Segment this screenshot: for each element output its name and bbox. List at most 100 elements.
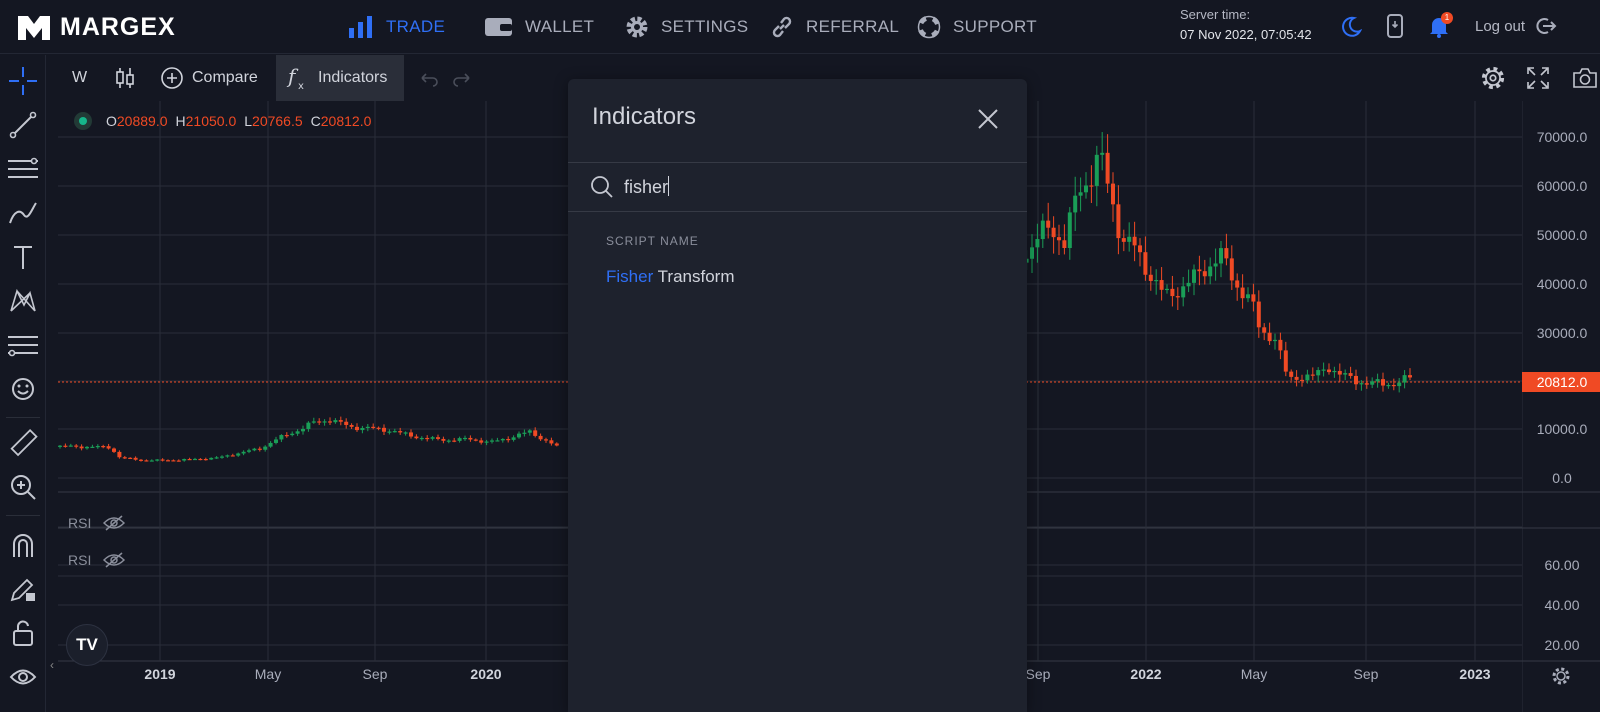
indicator-search[interactable]: fisher <box>568 162 1027 212</box>
lock-drawings-tool[interactable] <box>7 573 39 605</box>
candle-body <box>1240 287 1245 299</box>
rsi-pane-label[interactable]: RSI <box>68 512 126 534</box>
magnet-tool[interactable] <box>7 529 39 561</box>
candle-body <box>90 446 95 448</box>
fullscreen-button[interactable] <box>1516 55 1560 101</box>
candle-body <box>511 437 516 440</box>
indicators-button[interactable]: fx Indicators <box>276 55 404 101</box>
candle-body <box>1057 237 1061 241</box>
high-value: 21050.0 <box>185 113 237 129</box>
price-axis[interactable]: 70000.0 60000.0 50000.0 40000.0 30000.0 10000… <box>1522 101 1600 712</box>
results-heading: SCRIPT NAME <box>606 234 699 248</box>
gear-icon <box>1481 66 1505 90</box>
candle-body <box>1192 269 1196 283</box>
chart-type-button[interactable] <box>104 55 146 101</box>
candle-body <box>1084 185 1088 193</box>
compare-button[interactable]: Compare <box>150 55 268 101</box>
horizontal-lines-tool[interactable] <box>7 153 39 185</box>
redo-button[interactable] <box>441 55 483 101</box>
candle-body <box>241 451 246 454</box>
interval-button[interactable]: W <box>62 55 97 101</box>
candle-body <box>344 421 349 425</box>
candle-body <box>160 459 165 461</box>
candle-body <box>479 440 484 443</box>
horizontal-lines-icon <box>8 157 38 178</box>
rsi-pane-label[interactable]: RSI <box>68 549 126 571</box>
candle-body <box>144 460 149 462</box>
candle-body <box>425 437 430 440</box>
axis-settings-icon[interactable] <box>1552 667 1570 685</box>
nav-settings[interactable]: SETTINGS <box>625 11 748 43</box>
fib-tool[interactable] <box>7 329 39 361</box>
candle-body <box>155 459 160 461</box>
candle-body <box>1062 240 1067 248</box>
candle-body <box>58 445 62 447</box>
candle-body <box>1370 381 1375 385</box>
unlock-tool[interactable] <box>7 617 39 649</box>
result-fisher-transform[interactable]: Fisher Transform <box>606 267 734 287</box>
margex-logo[interactable]: MARGEX <box>16 8 176 46</box>
crosshair-tool[interactable] <box>7 65 39 97</box>
rsi-label: RSI <box>68 552 92 568</box>
brush-tool[interactable] <box>7 197 39 229</box>
text-tool[interactable] <box>7 241 39 273</box>
nav-wallet[interactable]: WALLET <box>485 11 594 43</box>
server-time-value: 07 Nov 2022, 07:05:42 <box>1180 27 1312 42</box>
candle-body <box>1359 383 1364 385</box>
tradingview-logo[interactable]: TV <box>66 624 108 666</box>
candle-body <box>247 450 251 452</box>
collapse-toolbar-button[interactable]: ‹ <box>46 650 58 680</box>
open-value: 20889.0 <box>116 113 168 129</box>
candle-body <box>338 420 343 422</box>
text-caret <box>668 176 670 196</box>
price-axis-label: 30000.0 <box>1537 325 1588 341</box>
candle-body <box>1327 369 1331 373</box>
theme-toggle[interactable] <box>1337 12 1365 40</box>
candle-body <box>1256 301 1261 328</box>
candle-body <box>1337 370 1342 375</box>
candle-body <box>1224 248 1229 259</box>
pattern-tool[interactable] <box>7 285 39 317</box>
gear-icon <box>626 16 648 38</box>
tool-divider <box>6 417 40 418</box>
emoji-tool[interactable] <box>7 373 39 405</box>
zoom-tool[interactable] <box>7 471 39 503</box>
ruler-tool[interactable] <box>7 427 39 459</box>
chart-settings-button[interactable] <box>1470 55 1516 101</box>
candle-body <box>484 441 489 443</box>
drawing-toolbar <box>0 55 46 712</box>
search-input-value: fisher <box>624 177 669 197</box>
notifications-button[interactable]: 1 <box>1425 12 1453 40</box>
candle-body <box>1397 382 1402 387</box>
candle-body <box>1348 373 1353 376</box>
candle-body <box>193 458 197 461</box>
candle-body <box>236 453 241 456</box>
candle-body <box>1321 369 1326 371</box>
mobile-app-button[interactable] <box>1381 12 1409 40</box>
nav-trade[interactable]: TRADE <box>348 11 445 43</box>
close-button[interactable] <box>974 105 1002 133</box>
logout-button[interactable]: Log out <box>1475 12 1557 40</box>
candle-body <box>322 421 327 423</box>
fullscreen-icon <box>1527 67 1549 89</box>
candle-body <box>79 446 84 449</box>
nav-referral[interactable]: REFERRAL <box>770 11 899 43</box>
wallet-icon <box>485 18 512 36</box>
time-axis-label: 2019 <box>144 666 175 682</box>
time-axis-label: 2022 <box>1130 666 1161 682</box>
candle-body <box>1040 220 1045 240</box>
screenshot-button[interactable] <box>1562 55 1600 101</box>
candle-body <box>166 460 170 462</box>
visibility-tool[interactable] <box>7 661 39 693</box>
search-input[interactable]: fisher <box>624 176 670 198</box>
tool-divider <box>6 515 40 516</box>
logout-icon <box>1536 18 1557 34</box>
candle-body <box>1175 296 1180 298</box>
nav-trade-label: TRADE <box>386 17 446 36</box>
candle-body <box>1354 375 1358 385</box>
candle-body <box>387 431 392 433</box>
trend-line-tool[interactable] <box>7 109 39 141</box>
nav-support[interactable]: SUPPORT <box>917 11 1037 43</box>
candle-body <box>1030 247 1034 259</box>
unlock-icon <box>13 620 33 646</box>
